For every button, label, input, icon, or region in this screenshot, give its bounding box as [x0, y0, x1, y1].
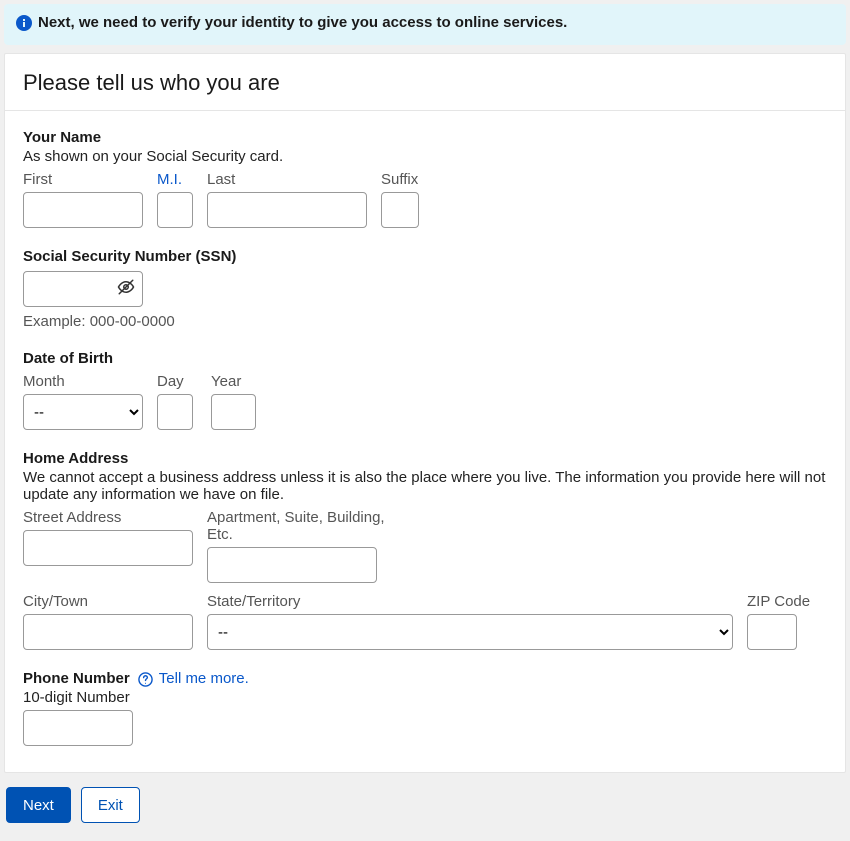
first-label: First — [23, 171, 143, 188]
phone-input[interactable] — [23, 710, 133, 746]
section-address: Home Address We cannot accept a business… — [23, 450, 827, 650]
section-phone: Phone Number Tell me more. 10-digit Numb… — [23, 670, 827, 746]
mi-input[interactable] — [157, 192, 193, 228]
dob-year-label: Year — [211, 373, 261, 390]
exit-button[interactable]: Exit — [81, 787, 140, 823]
apt-input[interactable] — [207, 547, 377, 583]
tell-me-more-link[interactable]: Tell me more. — [159, 670, 249, 687]
street-input[interactable] — [23, 530, 193, 566]
mi-label[interactable]: M.I. — [157, 171, 193, 188]
info-alert: Next, we need to verify your identity to… — [4, 4, 846, 45]
street-label: Street Address — [23, 509, 193, 526]
suffix-label: Suffix — [381, 171, 431, 188]
city-label: City/Town — [23, 593, 193, 610]
first-input[interactable] — [23, 192, 143, 228]
info-icon — [16, 14, 32, 35]
ssn-example: Example: 000-00-0000 — [23, 313, 827, 330]
address-sub: We cannot accept a business address unle… — [23, 469, 827, 503]
info-alert-text: Next, we need to verify your identity to… — [38, 14, 567, 31]
dob-month-select[interactable]: -- — [23, 394, 143, 430]
dob-title: Date of Birth — [23, 350, 827, 367]
city-input[interactable] — [23, 614, 193, 650]
state-label: State/Territory — [207, 593, 733, 610]
dob-day-input[interactable] — [157, 394, 193, 430]
phone-title: Phone Number — [23, 670, 130, 687]
next-button[interactable]: Next — [6, 787, 71, 823]
section-ssn: Social Security Number (SSN) Example: 00… — [23, 248, 827, 330]
section-name: Your Name As shown on your Social Securi… — [23, 129, 827, 228]
last-input[interactable] — [207, 192, 367, 228]
dob-day-label: Day — [157, 373, 197, 390]
zip-label: ZIP Code — [747, 593, 827, 610]
phone-label: 10-digit Number — [23, 689, 143, 706]
last-label: Last — [207, 171, 367, 188]
section-dob: Date of Birth Month -- Day Year — [23, 350, 827, 430]
suffix-input[interactable] — [381, 192, 419, 228]
apt-label: Apartment, Suite, Building, Etc. — [207, 509, 407, 543]
page-title: Please tell us who you are — [5, 54, 845, 111]
name-title: Your Name — [23, 129, 827, 146]
address-title: Home Address — [23, 450, 827, 467]
dob-year-input[interactable] — [211, 394, 256, 430]
button-row: Next Exit — [0, 773, 850, 841]
state-select[interactable]: -- — [207, 614, 733, 650]
zip-input[interactable] — [747, 614, 797, 650]
form-card: Please tell us who you are Your Name As … — [4, 53, 846, 773]
dob-month-label: Month — [23, 373, 143, 390]
name-sub: As shown on your Social Security card. — [23, 148, 827, 165]
eye-off-icon[interactable] — [117, 278, 135, 300]
help-icon[interactable] — [138, 672, 153, 687]
ssn-title: Social Security Number (SSN) — [23, 248, 827, 265]
